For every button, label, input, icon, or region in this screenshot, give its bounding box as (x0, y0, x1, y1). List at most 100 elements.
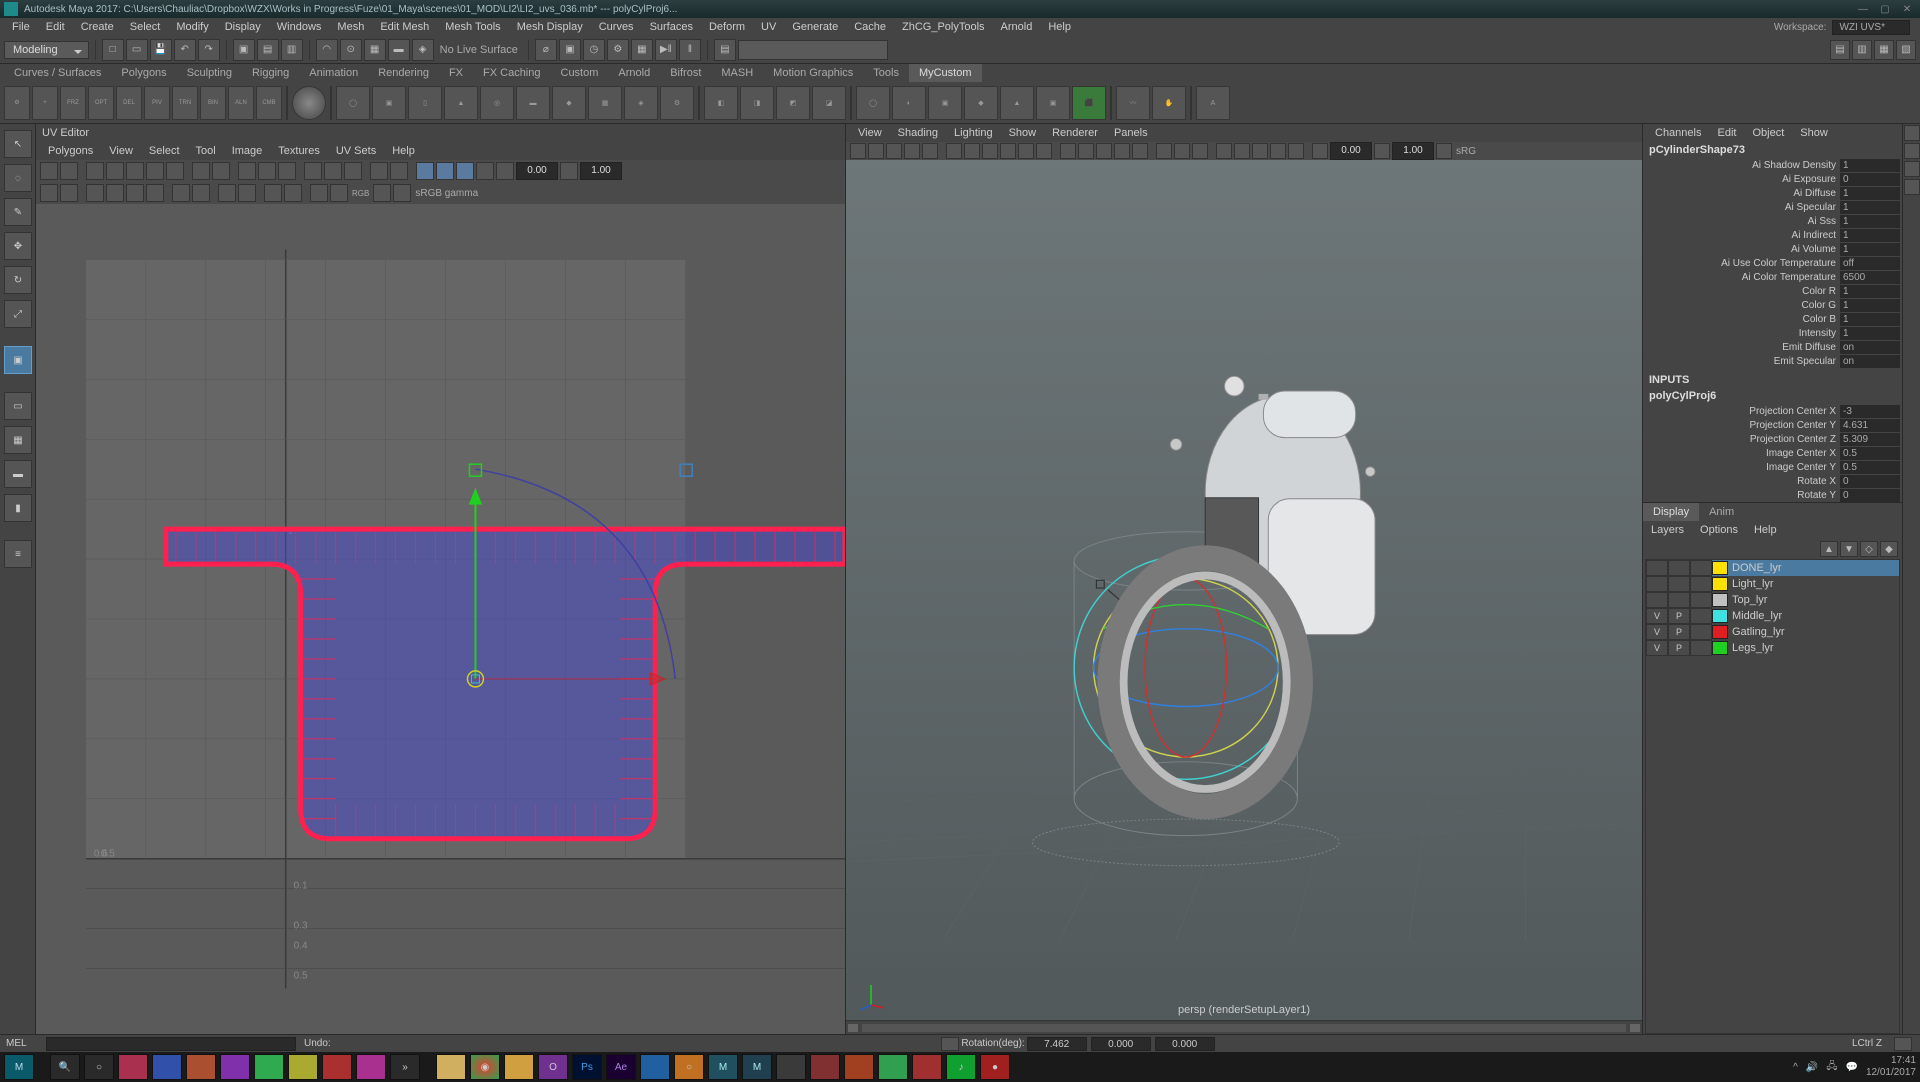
uv-channel-icon[interactable] (373, 184, 391, 202)
attr-value[interactable]: 0 (1840, 173, 1900, 186)
attr-value[interactable]: on (1840, 341, 1900, 354)
toggle-modeling-toolkit-icon[interactable]: ▧ (1896, 40, 1916, 60)
layer-visibility-toggle[interactable]: V (1646, 624, 1668, 640)
layer-display-type-toggle[interactable] (1690, 608, 1712, 624)
taskbar-app-7-icon[interactable] (322, 1054, 352, 1080)
layer-menu-layers[interactable]: Layers (1643, 521, 1692, 539)
layer-display-type-toggle[interactable] (1690, 624, 1712, 640)
panel-single-icon[interactable]: ▭ (4, 392, 32, 420)
shelf-polyplane-icon[interactable]: ▬ (516, 86, 550, 120)
menu-deform[interactable]: Deform (701, 21, 753, 33)
shelf-tab-animation[interactable]: Animation (299, 64, 368, 82)
shelf-polypipe-icon[interactable]: ▦ (588, 86, 622, 120)
layer-playback-toggle[interactable]: P (1668, 640, 1690, 656)
layer-move-down-icon[interactable]: ▼ (1840, 541, 1858, 557)
menu-modify[interactable]: Modify (168, 21, 216, 33)
uv-snap-icon[interactable] (86, 184, 104, 202)
ipr-render-icon[interactable]: ◷ (583, 39, 605, 61)
menu-cache[interactable]: Cache (846, 21, 894, 33)
workspace-selector[interactable]: WZI UVS* (1832, 20, 1910, 35)
layer-name-label[interactable]: Top_lyr (1728, 594, 1899, 606)
menu-generate[interactable]: Generate (784, 21, 846, 33)
paint-select-tool-icon[interactable]: ✎ (4, 198, 32, 226)
shelf-curve-warp-icon[interactable]: 〰 (1116, 86, 1150, 120)
shelf-tab-polygons[interactable]: Polygons (111, 64, 176, 82)
uv-gamma-value[interactable]: 1.00 (580, 162, 622, 180)
uv-checker-icon[interactable] (436, 162, 454, 180)
uv-menu-select[interactable]: Select (141, 142, 188, 160)
toggle-modeling-toolkit-icon[interactable] (1904, 143, 1920, 159)
uv-menu-help[interactable]: Help (384, 142, 423, 160)
uv-pin-icon[interactable] (106, 184, 124, 202)
vp-xray-joints-icon[interactable] (1192, 143, 1208, 159)
command-input[interactable] (738, 40, 888, 60)
vp-view-transform-icon[interactable] (1252, 143, 1268, 159)
layer-display-type-toggle[interactable] (1690, 576, 1712, 592)
shelf-tab-fx-caching[interactable]: FX Caching (473, 64, 550, 82)
uv-flip-v-icon[interactable] (106, 162, 124, 180)
taskbar-more-icon[interactable]: » (390, 1054, 420, 1080)
layer-row[interactable]: VPGatling_lyr (1646, 624, 1899, 640)
attr-value[interactable]: 0 (1840, 489, 1900, 502)
menu-edit[interactable]: Edit (38, 21, 73, 33)
vp-exposure-value[interactable]: 0.00 (1330, 142, 1372, 160)
uv-align-right-icon[interactable] (278, 162, 296, 180)
uv-exposure-value[interactable]: 0.00 (516, 162, 558, 180)
uv-grid-range-icon[interactable] (238, 184, 256, 202)
rotation-value-x[interactable]: 7.462 (1027, 1037, 1087, 1051)
attr-value[interactable]: -3 (1840, 405, 1900, 418)
uv-grid-pixel-icon[interactable] (218, 184, 236, 202)
layer-visibility-toggle[interactable] (1646, 560, 1668, 576)
redo-icon[interactable]: ↷ (198, 39, 220, 61)
viewport-view[interactable]: persp (renderSetupLayer1) (846, 160, 1642, 1020)
maximize-button[interactable]: ▢ (1876, 4, 1894, 15)
shelf-greenblock-icon[interactable]: ⬛ (1072, 86, 1106, 120)
open-scene-icon[interactable]: ▭ (126, 39, 148, 61)
shelf-tab-curves-surfaces[interactable]: Curves / Surfaces (4, 64, 111, 82)
menu-display[interactable]: Display (217, 21, 269, 33)
uv-select-shell-icon[interactable] (40, 162, 58, 180)
snap-point-icon[interactable]: ⊙ (340, 39, 362, 61)
uv-unpin-icon[interactable] (126, 184, 144, 202)
taskbar-app-g-icon[interactable] (776, 1054, 806, 1080)
taskbar-app-h-icon[interactable] (810, 1054, 840, 1080)
minimize-button[interactable]: — (1854, 4, 1872, 15)
layer-new-selected-icon[interactable]: ◆ (1880, 541, 1898, 557)
uv-align-center-icon[interactable] (258, 162, 276, 180)
layer-playback-toggle[interactable]: P (1668, 608, 1690, 624)
vp-menu-renderer[interactable]: Renderer (1044, 124, 1106, 142)
vp-gate-mask-icon[interactable] (1000, 143, 1016, 159)
shelf-polydisc-icon[interactable]: ◆ (552, 86, 586, 120)
shelf-tab-rendering[interactable]: Rendering (368, 64, 439, 82)
menu-arnold[interactable]: Arnold (993, 21, 1041, 33)
tray-network-icon[interactable]: 🖧 (1826, 1059, 1837, 1076)
layer-playback-toggle[interactable] (1668, 592, 1690, 608)
layer-playback-toggle[interactable]: P (1668, 624, 1690, 640)
uv-toggle-tex-icon[interactable] (310, 184, 328, 202)
layer-display-type-toggle[interactable] (1690, 640, 1712, 656)
layer-color-swatch[interactable] (1712, 641, 1728, 655)
uv-paste-icon[interactable] (192, 184, 210, 202)
vp-dof-icon[interactable] (1312, 143, 1328, 159)
snap-grid-icon[interactable]: ▦ (364, 39, 386, 61)
layer-tab-anim[interactable]: Anim (1699, 503, 1744, 521)
taskbar-chrome-icon[interactable]: ◉ (470, 1054, 500, 1080)
snap-live-icon[interactable]: ◈ (412, 39, 434, 61)
taskbar-app-o-icon[interactable]: O (538, 1054, 568, 1080)
taskbar-app-o2-icon[interactable]: ○ (674, 1054, 704, 1080)
layer-color-swatch[interactable] (1712, 625, 1728, 639)
attr-value[interactable]: 0 (1840, 475, 1900, 488)
taskbar-app-3-icon[interactable] (186, 1054, 216, 1080)
layer-color-swatch[interactable] (1712, 561, 1728, 575)
uv-view[interactable]: 0.6 0.5 0.1 0.3 0.4 0.5 1 (36, 204, 845, 1034)
vp-lights-icon[interactable] (1114, 143, 1130, 159)
taskbar-app-5-icon[interactable] (254, 1054, 284, 1080)
shelf-delete-history-icon[interactable]: DEL (116, 86, 142, 120)
shelf-polytorus-icon[interactable]: ◎ (480, 86, 514, 120)
vp-menu-lighting[interactable]: Lighting (946, 124, 1001, 142)
layer-tab-display[interactable]: Display (1643, 503, 1699, 521)
vp-color-icon[interactable] (1436, 143, 1452, 159)
shelf-tab-motion-graphics[interactable]: Motion Graphics (763, 64, 863, 82)
shelf-freeze-icon[interactable]: FRZ (60, 86, 86, 120)
layer-name-label[interactable]: Middle_lyr (1728, 610, 1899, 622)
